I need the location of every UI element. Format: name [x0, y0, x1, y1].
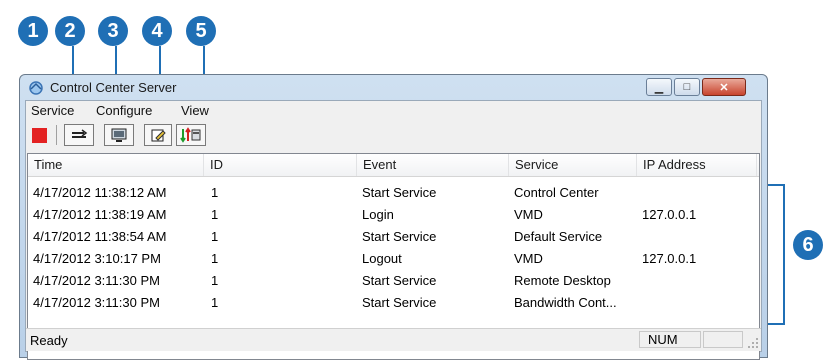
cell-service: Control Center	[514, 185, 599, 200]
cell-id: 1	[211, 185, 219, 200]
column-service[interactable]: Service	[509, 154, 637, 176]
callout-3: 3	[98, 16, 128, 46]
cell-id: 1	[211, 251, 219, 266]
cell-service: VMD	[514, 251, 543, 266]
column-event[interactable]: Event	[357, 154, 509, 176]
cell-event: Start Service	[362, 229, 437, 244]
window-title: Control Center Server	[50, 80, 177, 95]
list-rows: 4/17/2012 11:38:12 AM 1 Start Service Co…	[28, 182, 759, 314]
cell-event: Start Service	[362, 185, 437, 200]
client-area: Service Configure View Time ID Event Ser…	[25, 100, 762, 360]
monitor-icon	[111, 128, 127, 142]
table-row[interactable]: 4/17/2012 3:10:17 PM 1 Logout VMD 127.0.…	[28, 248, 759, 270]
cell-service: VMD	[514, 207, 543, 222]
cell-id: 1	[211, 295, 219, 310]
cell-time: 4/17/2012 11:38:19 AM	[33, 207, 167, 222]
stop-icon	[31, 127, 47, 143]
cell-id: 1	[211, 207, 219, 222]
column-id[interactable]: ID	[204, 154, 357, 176]
cell-service: Bandwidth Cont...	[514, 295, 617, 310]
callout-5: 5	[186, 16, 216, 46]
network-icon	[72, 129, 88, 138]
cell-event: Start Service	[362, 273, 437, 288]
list-header: Time ID Event Service IP Address	[28, 154, 759, 177]
monitor-button[interactable]	[104, 124, 134, 146]
status-text: Ready	[30, 333, 68, 348]
cell-event: Login	[362, 207, 394, 222]
transfer-icon	[180, 127, 201, 143]
status-pane-empty	[703, 331, 743, 348]
callout-1: 1	[18, 16, 48, 46]
cell-time: 4/17/2012 3:10:17 PM	[33, 251, 161, 266]
table-row[interactable]: 4/17/2012 11:38:54 AM 1 Start Service De…	[28, 226, 759, 248]
cell-ip: 127.0.0.1	[642, 251, 697, 266]
app-icon	[29, 81, 43, 95]
menu-view[interactable]: View	[181, 103, 209, 118]
menu-service[interactable]: Service	[31, 103, 74, 118]
menu-bar: Service Configure View	[26, 101, 761, 121]
cell-time: 4/17/2012 11:38:12 AM	[33, 185, 167, 200]
toolbar-separator	[56, 125, 57, 145]
callout-4: 4	[142, 16, 172, 46]
toolbar	[26, 121, 761, 149]
close-button[interactable]: ✕	[702, 78, 746, 96]
network-button[interactable]	[64, 124, 94, 146]
table-row[interactable]: 4/17/2012 11:38:12 AM 1 Start Service Co…	[28, 182, 759, 204]
resize-grip-icon[interactable]	[747, 337, 759, 349]
column-time[interactable]: Time	[28, 154, 204, 176]
cell-time: 4/17/2012 3:11:30 PM	[33, 295, 160, 310]
table-row[interactable]: 4/17/2012 11:38:19 AM 1 Login VMD 127.0.…	[28, 204, 759, 226]
app-window: Control Center Server ▁ □ ✕ Service Conf…	[19, 74, 768, 360]
transfer-button[interactable]	[176, 124, 206, 146]
callout-2: 2	[55, 16, 85, 46]
minimize-button[interactable]: ▁	[646, 78, 672, 96]
table-row[interactable]: 4/17/2012 3:11:30 PM 1 Start Service Ban…	[28, 292, 759, 314]
callout-6: 6	[793, 230, 823, 260]
edit-button[interactable]	[144, 124, 172, 146]
title-bar[interactable]: Control Center Server ▁ □ ✕	[20, 75, 767, 101]
cell-service: Remote Desktop	[514, 273, 611, 288]
cell-id: 1	[211, 273, 219, 288]
cell-event: Logout	[362, 251, 402, 266]
table-row[interactable]: 4/17/2012 3:11:30 PM 1 Start Service Rem…	[28, 270, 759, 292]
column-ip-address[interactable]: IP Address	[637, 154, 757, 176]
stop-button[interactable]	[30, 126, 48, 144]
menu-configure[interactable]: Configure	[96, 103, 152, 118]
cell-time: 4/17/2012 11:38:54 AM	[33, 229, 167, 244]
num-lock-indicator: NUM	[639, 331, 701, 348]
cell-ip: 127.0.0.1	[642, 207, 697, 222]
status-bar: Ready NUM	[26, 328, 761, 351]
edit-icon	[151, 129, 166, 142]
cell-time: 4/17/2012 3:11:30 PM	[33, 273, 160, 288]
cell-service: Default Service	[514, 229, 603, 244]
maximize-button[interactable]: □	[674, 78, 700, 96]
cell-event: Start Service	[362, 295, 437, 310]
cell-id: 1	[211, 229, 219, 244]
